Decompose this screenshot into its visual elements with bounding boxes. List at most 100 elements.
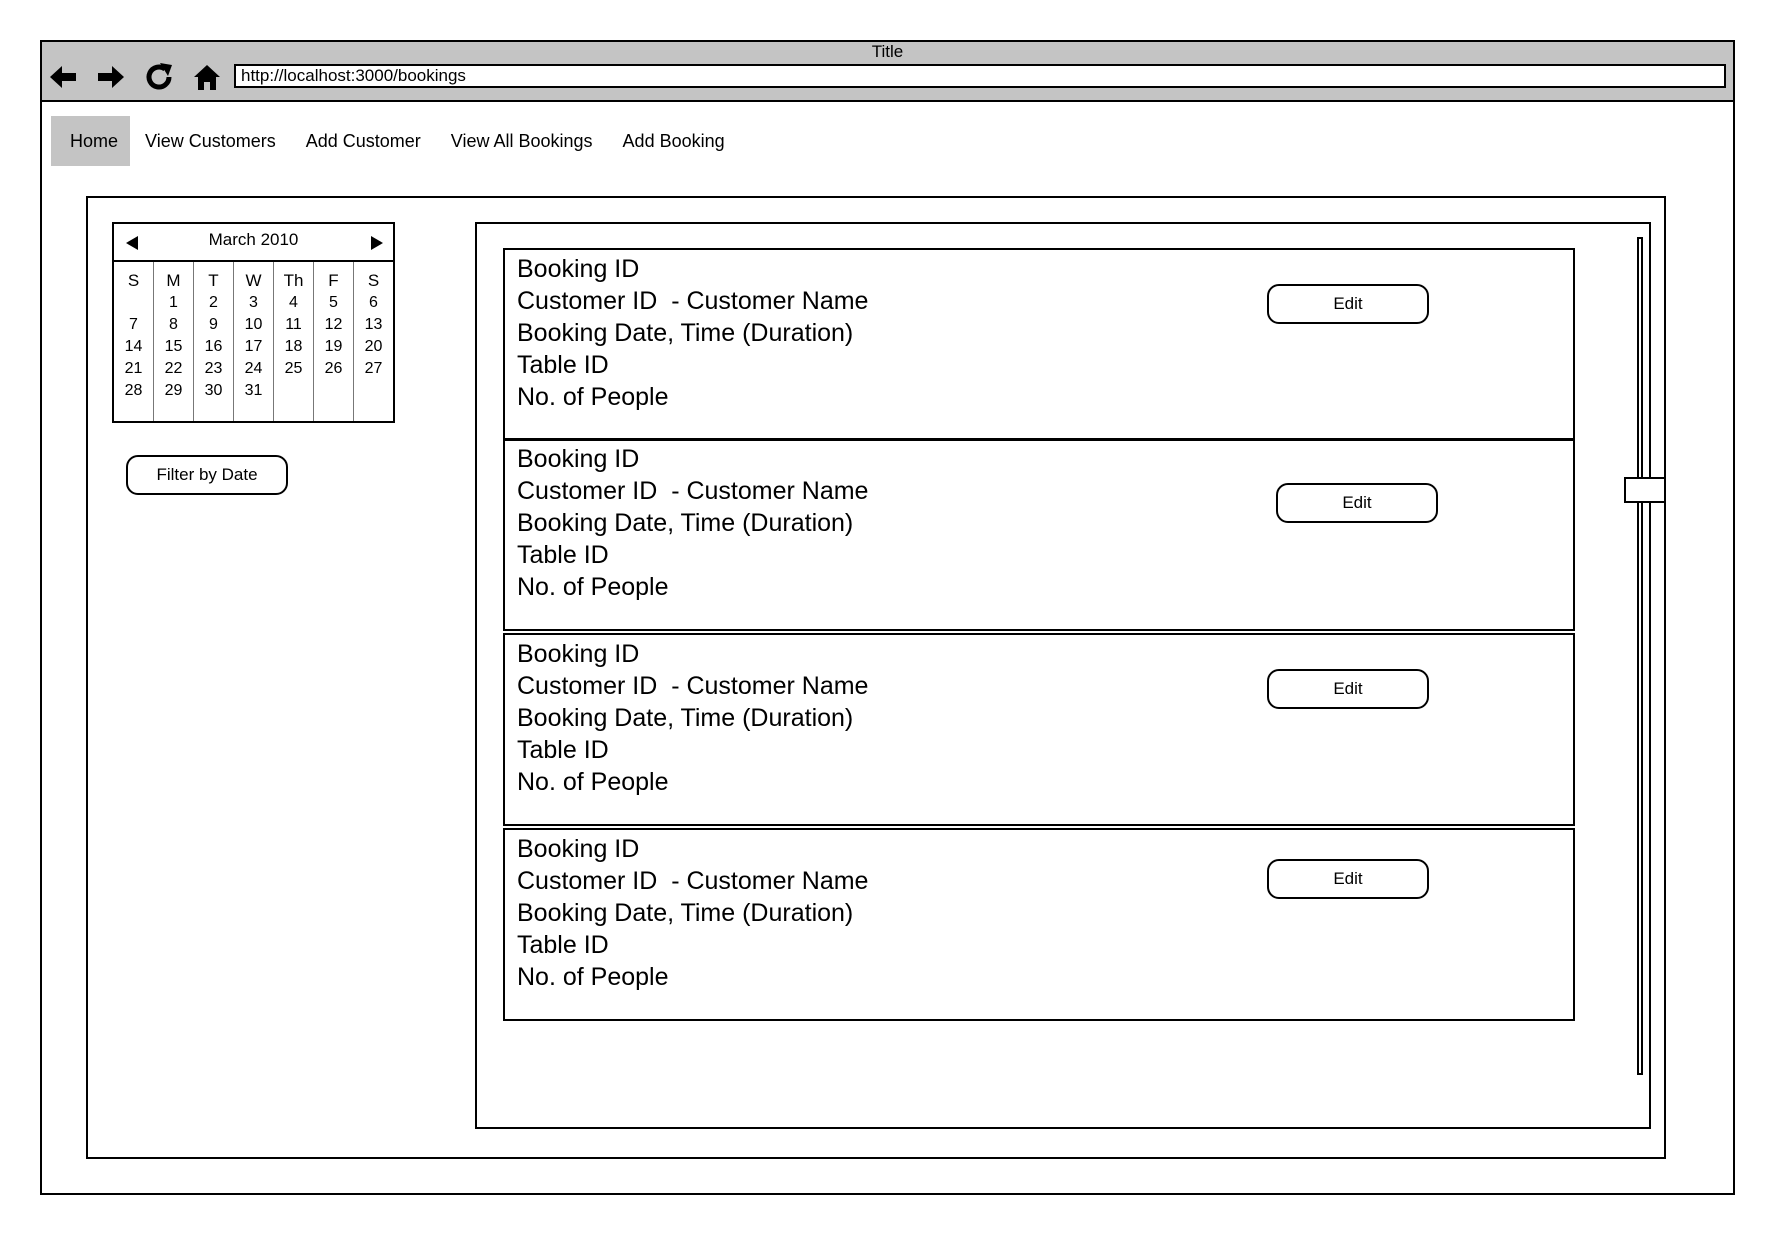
- nav-item-add-booking[interactable]: Add Booking: [608, 116, 740, 166]
- calendar-day[interactable]: 22: [154, 358, 193, 380]
- calendar-column: S 7 14 21 28: [114, 262, 154, 421]
- calendar-day[interactable]: 2: [194, 292, 233, 314]
- browser-toolbar: Title http://localhost:3000/bookings: [42, 42, 1733, 102]
- calendar-weekday-label: F: [328, 271, 339, 290]
- calendar-day[interactable]: 11: [274, 314, 313, 336]
- booking-datetime: Booking Date, Time (Duration): [517, 704, 854, 732]
- calendar-day: [114, 292, 153, 314]
- nav-item-add-customer[interactable]: Add Customer: [291, 116, 436, 166]
- calendar-day[interactable]: 1: [154, 292, 193, 314]
- calendar-column: M 1 8 15 22 29: [154, 262, 194, 421]
- calendar-day[interactable]: 26: [314, 358, 353, 380]
- booking-customer: Customer ID - Customer Name: [517, 287, 869, 315]
- booking-card: Booking ID Customer ID - Customer Name Boo…: [503, 438, 1575, 631]
- calendar-day[interactable]: 31: [234, 380, 273, 402]
- calendar-weekday-label: Th: [283, 271, 304, 290]
- calendar-day[interactable]: 12: [314, 314, 353, 336]
- calendar-header: March 2010: [114, 224, 393, 262]
- calendar-weekday-label: T: [208, 271, 219, 290]
- calendar-day[interactable]: 18: [274, 336, 313, 358]
- window-title: Title: [871, 42, 904, 61]
- booking-datetime: Booking Date, Time (Duration): [517, 509, 854, 537]
- next-month-icon[interactable]: [371, 236, 383, 250]
- nav-item-home[interactable]: Home: [51, 116, 131, 166]
- home-icon[interactable]: [190, 60, 224, 94]
- booking-card: Booking ID Customer ID - Customer Name Boo…: [503, 828, 1575, 1021]
- calendar-day[interactable]: 6: [354, 292, 393, 314]
- calendar-weekday-label: S: [127, 271, 140, 290]
- booking-id: Booking ID: [517, 255, 640, 283]
- calendar-day[interactable]: 27: [354, 358, 393, 380]
- booking-details: Booking ID Customer ID - Customer Name Boo…: [517, 638, 868, 798]
- booking-id: Booking ID: [517, 835, 640, 863]
- nav-menu: Home View Customers Add Customer View Al…: [51, 116, 740, 166]
- nav-item-view-customers[interactable]: View Customers: [130, 116, 291, 166]
- filter-by-date-button[interactable]: Filter by Date: [126, 455, 288, 495]
- calendar-day[interactable]: 23: [194, 358, 233, 380]
- calendar-day[interactable]: 3: [234, 292, 273, 314]
- calendar-day[interactable]: 8: [154, 314, 193, 336]
- browser-window: Title http://localhost:3000/bookings Hom…: [40, 40, 1735, 1195]
- edit-booking-button[interactable]: Edit: [1276, 483, 1438, 523]
- back-arrow-icon[interactable]: [46, 60, 80, 94]
- nav-item-view-all-bookings[interactable]: View All Bookings: [436, 116, 608, 166]
- forward-arrow-icon[interactable]: [94, 60, 128, 94]
- booking-customer: Customer ID - Customer Name: [517, 867, 869, 895]
- booking-table: Table ID: [517, 736, 609, 764]
- calendar-day[interactable]: 5: [314, 292, 353, 314]
- booking-card: Booking ID Customer ID - Customer Name Boo…: [503, 633, 1575, 826]
- booking-datetime: Booking Date, Time (Duration): [517, 899, 854, 927]
- booking-card: Booking ID Customer ID - Customer Name Boo…: [503, 248, 1575, 441]
- calendar-day[interactable]: 21: [114, 358, 153, 380]
- booking-table: Table ID: [517, 541, 609, 569]
- booking-details: Booking ID Customer ID - Customer Name Boo…: [517, 443, 868, 603]
- calendar-day[interactable]: 20: [354, 336, 393, 358]
- calendar-day[interactable]: 24: [234, 358, 273, 380]
- calendar-day[interactable]: 16: [194, 336, 233, 358]
- calendar-day: [354, 380, 393, 402]
- booking-datetime: Booking Date, Time (Duration): [517, 319, 854, 347]
- reload-icon[interactable]: [142, 60, 176, 94]
- scrollbar-thumb[interactable]: [1624, 477, 1666, 503]
- calendar-weekday-label: W: [245, 271, 262, 290]
- calendar-column: F 5 12 19 26: [314, 262, 354, 421]
- edit-booking-button[interactable]: Edit: [1267, 859, 1429, 899]
- calendar-day[interactable]: 30: [194, 380, 233, 402]
- edit-booking-button[interactable]: Edit: [1267, 669, 1429, 709]
- booking-id: Booking ID: [517, 640, 640, 668]
- calendar-day[interactable]: 14: [114, 336, 153, 358]
- calendar-day[interactable]: 29: [154, 380, 193, 402]
- calendar-day: [274, 380, 313, 402]
- calendar-column: Th 4 11 18 25: [274, 262, 314, 421]
- calendar-day[interactable]: 13: [354, 314, 393, 336]
- calendar-day: [314, 380, 353, 402]
- booking-customer: Customer ID - Customer Name: [517, 672, 869, 700]
- calendar-day[interactable]: 7: [114, 314, 153, 336]
- calendar-day[interactable]: 9: [194, 314, 233, 336]
- calendar-month-label: March 2010: [208, 230, 299, 249]
- calendar-weekday-label: S: [367, 271, 380, 290]
- booking-people: No. of People: [517, 573, 669, 601]
- booking-table: Table ID: [517, 931, 609, 959]
- booking-customer: Customer ID - Customer Name: [517, 477, 869, 505]
- address-bar[interactable]: http://localhost:3000/bookings: [234, 64, 1726, 88]
- calendar-day[interactable]: 25: [274, 358, 313, 380]
- booking-id: Booking ID: [517, 445, 640, 473]
- calendar-day[interactable]: 4: [274, 292, 313, 314]
- booking-people: No. of People: [517, 383, 669, 411]
- calendar-day[interactable]: 10: [234, 314, 273, 336]
- calendar-day[interactable]: 17: [234, 336, 273, 358]
- calendar-weekday-label: M: [166, 271, 181, 290]
- scrollbar-track[interactable]: [1637, 237, 1643, 1075]
- calendar-day[interactable]: 15: [154, 336, 193, 358]
- date-picker-calendar: March 2010 S 7 14 21 28 M 1 8 15 22 29 T 2 9 16 23 30 W 3 1…: [112, 222, 395, 423]
- booking-details: Booking ID Customer ID - Customer Name Boo…: [517, 833, 868, 993]
- calendar-grid: S 7 14 21 28 M 1 8 15 22 29 T 2 9 16 23 30 W 3 10 17 24 31 Th 4 1…: [114, 262, 393, 421]
- calendar-column: S 6 13 20 27: [354, 262, 393, 421]
- calendar-column: T 2 9 16 23 30: [194, 262, 234, 421]
- booking-details: Booking ID Customer ID - Customer Name Boo…: [517, 253, 868, 413]
- calendar-day[interactable]: 19: [314, 336, 353, 358]
- edit-booking-button[interactable]: Edit: [1267, 284, 1429, 324]
- calendar-day[interactable]: 28: [114, 380, 153, 402]
- booking-people: No. of People: [517, 768, 669, 796]
